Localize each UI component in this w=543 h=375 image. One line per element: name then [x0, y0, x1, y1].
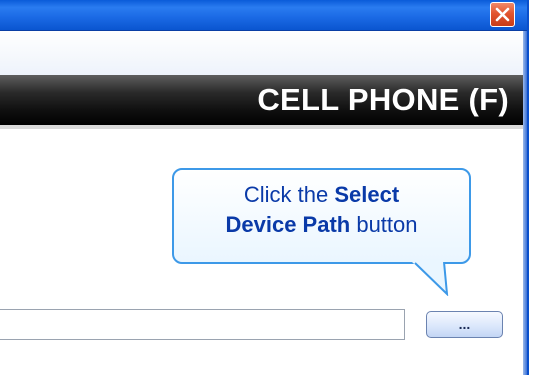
device-title: CELL PHONE (F): [257, 82, 509, 117]
callout-prefix: Click the: [243, 182, 335, 207]
callout-bold-device-path: Device Path: [225, 212, 351, 237]
callout-suffix: button: [350, 212, 418, 237]
select-device-path-button[interactable]: ...: [426, 311, 503, 338]
close-button[interactable]: [490, 2, 515, 27]
callout-bold-select: Select: [334, 182, 400, 207]
header-divider: [0, 125, 523, 129]
window-frame-right: [527, 0, 543, 375]
title-bar: [0, 0, 527, 31]
close-icon: [495, 7, 510, 22]
device-path-input[interactable]: [0, 309, 405, 340]
callout-tail: [412, 262, 449, 296]
header-band: CELL PHONE (F): [0, 75, 523, 125]
hint-callout: Click the Select Device Path button: [172, 168, 471, 264]
header-top-area: [0, 31, 523, 75]
